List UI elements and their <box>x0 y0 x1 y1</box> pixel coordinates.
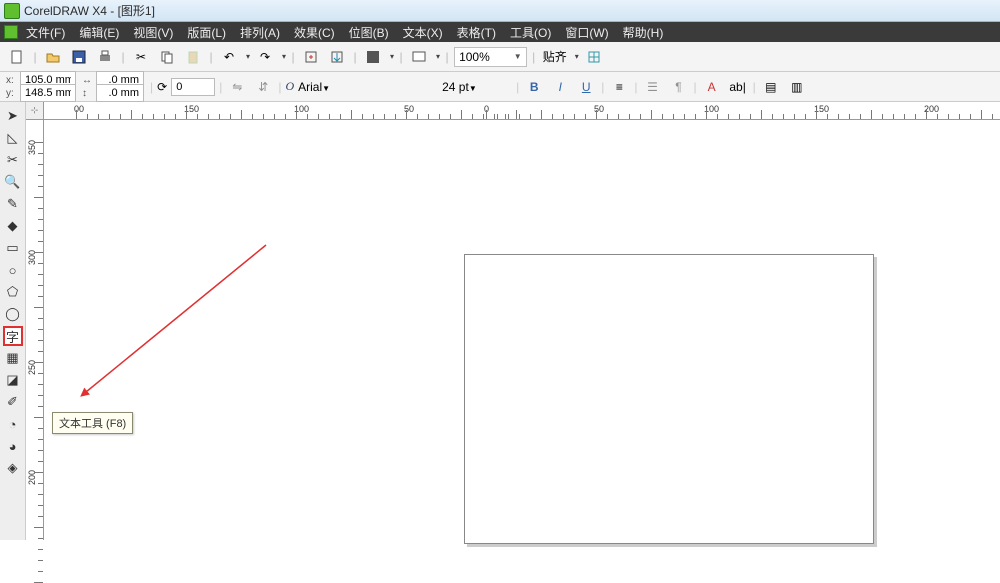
position-fields: x: y: <box>6 74 76 100</box>
undo-button[interactable]: ↶ <box>218 46 240 68</box>
toolbox: ➤ ◺ ✂ 🔍 ✎ ◆ ▭ ○ ⬠ ◯ 字 ▦ ◪ ✐ ◔ ◕ ◈ <box>0 102 26 540</box>
bullets-button[interactable]: ☰ <box>641 76 663 98</box>
pos-y-input[interactable] <box>20 84 76 102</box>
zoom-tool[interactable]: 🔍 <box>3 172 23 192</box>
snap-options-button[interactable] <box>583 46 605 68</box>
bold-button[interactable]: B <box>523 76 545 98</box>
copy-button[interactable] <box>156 46 178 68</box>
menu-effects[interactable]: 效果(C) <box>294 24 335 41</box>
size-fields: ↔ ↕ <box>82 74 144 100</box>
font-icon: O <box>285 79 294 94</box>
width-icon: ↔ <box>82 75 96 86</box>
smart-fill-tool[interactable]: ◆ <box>3 216 23 236</box>
effects-tool[interactable]: ◪ <box>3 370 23 390</box>
cut-button[interactable]: ✂ <box>130 46 152 68</box>
save-button[interactable] <box>68 46 90 68</box>
ruler-vertical[interactable]: 350300250200 <box>26 120 44 540</box>
mirror-h-button[interactable]: ⇋ <box>226 76 248 98</box>
menu-bar: 文件(F) 编辑(E) 视图(V) 版面(L) 排列(A) 效果(C) 位图(B… <box>0 22 1000 42</box>
open-button[interactable] <box>42 46 64 68</box>
basic-shapes-tool[interactable]: ◯ <box>3 304 23 324</box>
menu-view[interactable]: 视图(V) <box>133 24 173 41</box>
menu-edit[interactable]: 编辑(E) <box>79 24 119 41</box>
menu-text[interactable]: 文本(X) <box>403 24 443 41</box>
align-button[interactable]: ≡ <box>608 76 630 98</box>
canvas[interactable]: 文本工具 (F8) <box>44 120 1000 540</box>
redo-button[interactable]: ↷ <box>254 46 276 68</box>
zoom-dropdown[interactable]: 100%▼ <box>454 47 527 67</box>
page <box>464 254 874 544</box>
edit-text-button[interactable]: ab| <box>727 76 749 98</box>
menu-tools[interactable]: 工具(O) <box>510 24 551 41</box>
menu-help[interactable]: 帮助(H) <box>623 24 664 41</box>
text-vertical-button[interactable]: ▥ <box>786 76 808 98</box>
window-titlebar: CorelDRAW X4 - [图形1] <box>0 0 1000 22</box>
menu-bitmap[interactable]: 位图(B) <box>349 24 389 41</box>
snap-label: 贴齐 <box>543 48 567 65</box>
window-title: CorelDRAW X4 - [图形1] <box>24 2 155 19</box>
ellipse-tool[interactable]: ○ <box>3 260 23 280</box>
menu-layout[interactable]: 版面(L) <box>187 24 226 41</box>
dropcap-button[interactable]: ¶ <box>667 76 689 98</box>
pick-tool[interactable]: ➤ <box>3 106 23 126</box>
char-format-button[interactable]: A <box>701 76 723 98</box>
app-icon <box>4 3 20 19</box>
canvas-area: ⊹ 0015010050050100150200250 350300250200… <box>26 102 1000 540</box>
text-tool-tooltip: 文本工具 (F8) <box>52 412 133 434</box>
text-tool[interactable]: 字 <box>3 326 23 346</box>
crop-tool[interactable]: ✂ <box>3 150 23 170</box>
outline-tool[interactable]: ◔ <box>3 414 23 434</box>
annotation-arrow <box>76 240 276 400</box>
interactive-fill-tool[interactable]: ◈ <box>3 458 23 478</box>
rectangle-tool[interactable]: ▭ <box>3 238 23 258</box>
fontsize-dropdown[interactable]: 24 pt▼ <box>442 80 512 94</box>
freehand-tool[interactable]: ✎ <box>3 194 23 214</box>
welcome-button[interactable] <box>408 46 430 68</box>
rotate-icon: ⟳ <box>157 80 167 94</box>
menu-file[interactable]: 文件(F) <box>26 24 65 41</box>
workspace: ➤ ◺ ✂ 🔍 ✎ ◆ ▭ ○ ⬠ ◯ 字 ▦ ◪ ✐ ◔ ◕ ◈ ⊹ 0015… <box>0 102 1000 540</box>
ruler-horizontal[interactable]: 0015010050050100150200250 <box>44 102 1000 120</box>
italic-button[interactable]: I <box>549 76 571 98</box>
eyedropper-tool[interactable]: ✐ <box>3 392 23 412</box>
new-button[interactable] <box>6 46 28 68</box>
standard-toolbar: | | ✂ | ↶▾ ↷▾ | | ▾ | ▾ | 100%▼ | 贴齐▾ <box>0 42 1000 72</box>
height-input[interactable] <box>96 84 144 102</box>
ruler-corner[interactable]: ⊹ <box>26 102 44 120</box>
paste-button[interactable] <box>182 46 204 68</box>
table-tool[interactable]: ▦ <box>3 348 23 368</box>
doc-icon <box>4 25 18 39</box>
app-launcher-button[interactable] <box>362 46 384 68</box>
export-button[interactable] <box>326 46 348 68</box>
print-button[interactable] <box>94 46 116 68</box>
shape-tool[interactable]: ◺ <box>3 128 23 148</box>
import-button[interactable] <box>300 46 322 68</box>
menu-window[interactable]: 窗口(W) <box>565 24 608 41</box>
property-bar: x: y: ↔ ↕ | ⟳ | ⇋ ⇵ | O Arial▼ 24 pt▼ | … <box>0 72 1000 102</box>
font-dropdown[interactable]: Arial▼ <box>298 80 438 94</box>
height-icon: ↕ <box>82 88 96 99</box>
underline-button[interactable]: U <box>575 76 597 98</box>
polygon-tool[interactable]: ⬠ <box>3 282 23 302</box>
mirror-v-button[interactable]: ⇵ <box>252 76 274 98</box>
menu-table[interactable]: 表格(T) <box>457 24 496 41</box>
fill-tool[interactable]: ◕ <box>3 436 23 456</box>
text-horizontal-button[interactable]: ▤ <box>760 76 782 98</box>
angle-input[interactable] <box>171 78 215 96</box>
menu-arrange[interactable]: 排列(A) <box>240 24 280 41</box>
